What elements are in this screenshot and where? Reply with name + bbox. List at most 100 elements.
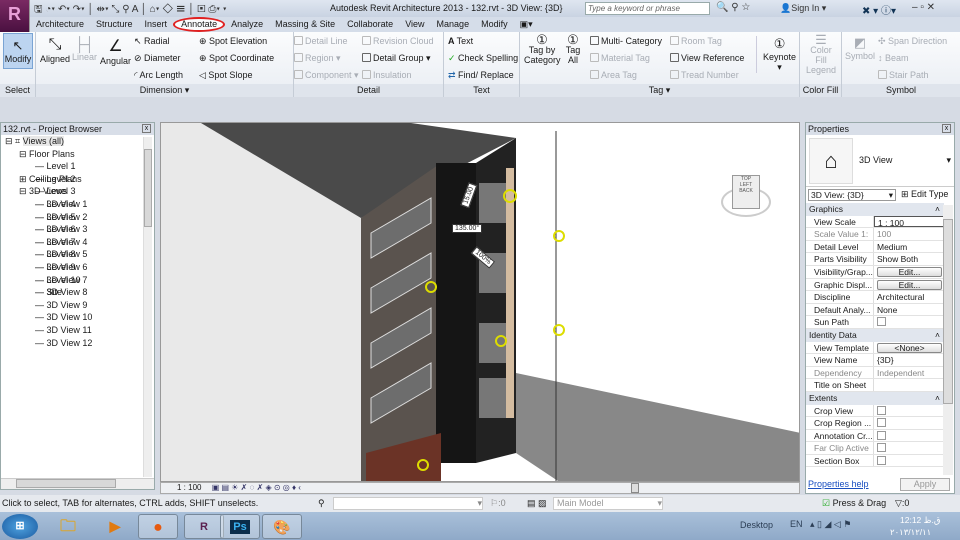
ribbon-minimize-button[interactable]: ▣▾ (514, 17, 539, 32)
filter-button[interactable]: ▽:0 (895, 495, 909, 512)
panel-label-tag[interactable]: Tag ▾ (520, 84, 799, 97)
angle-dimension[interactable]: 135.00° (452, 224, 483, 233)
revision-cloud-button[interactable]: Revision Cloud (362, 36, 434, 46)
tab-massing-site[interactable]: Massing & Site (269, 17, 341, 32)
property-value[interactable]: {3D} (877, 355, 894, 365)
property-checkbox[interactable] (877, 430, 886, 440)
apply-button[interactable]: Apply (900, 478, 950, 491)
desktop-toolbar[interactable]: Desktop (740, 520, 773, 530)
modify-button[interactable]: ↖ Modify (3, 33, 33, 69)
tab-view[interactable]: View (399, 17, 430, 32)
find-replace-button[interactable]: ⇄ Find/ Replace (448, 70, 514, 81)
beam-button[interactable]: ↕ Beam (878, 53, 909, 63)
tag-by-category-button[interactable]: ① Tag by Category (524, 33, 561, 65)
property-value[interactable]: Medium (877, 242, 907, 252)
tab-insert[interactable]: Insert (139, 17, 174, 32)
property-value[interactable]: None (877, 305, 897, 315)
property-value[interactable]: Independent (877, 368, 924, 378)
tray-icons[interactable]: ▴ ▯ ◢ ◁ ⚑ (810, 519, 851, 530)
tab-structure[interactable]: Structure (90, 17, 139, 32)
span-direction-button[interactable]: ✣ Span Direction (878, 36, 947, 47)
tab-analyze[interactable]: Analyze (225, 17, 269, 32)
tab-modify[interactable]: Modify (475, 17, 514, 32)
material-tag-button[interactable]: Material Tag (590, 53, 650, 63)
color-fill-legend-button[interactable]: ☰ Color Fill Legend (804, 33, 838, 75)
property-group-header[interactable]: Graphics ˄ (806, 203, 944, 216)
tread-number-button[interactable]: Tread Number (670, 70, 739, 80)
tree-item-3d-view[interactable]: — 3D View 12 (5, 337, 154, 350)
firefox-taskbar-icon[interactable]: ● (138, 514, 178, 539)
check-spelling-button[interactable]: ✓ Check Spelling (448, 53, 518, 64)
tree-item-3d-view[interactable]: — 3D View 9 (5, 299, 154, 312)
media-player-taskbar-icon[interactable]: ▶ (95, 514, 135, 539)
paint-taskbar-icon[interactable]: 🎨 (262, 514, 302, 539)
angular-dimension-button[interactable]: ∠ Angular (100, 36, 131, 66)
editing-requests[interactable]: ⚐:0 (490, 495, 506, 512)
property-checkbox[interactable] (877, 443, 886, 453)
clock-time[interactable]: 12:12 ق.ظ (900, 515, 940, 526)
instance-selector[interactable]: 3D View: {3D} ▾ (808, 189, 896, 201)
view-scale-button[interactable]: 1 : 100 (177, 483, 201, 492)
tree-item-3d-view[interactable]: — 3D View 11 (5, 324, 154, 337)
properties-scrollbar[interactable] (943, 205, 953, 475)
collapse-icon[interactable]: ˄ (935, 329, 940, 341)
tab-manage[interactable]: Manage (431, 17, 476, 32)
application-menu-button[interactable]: R (0, 0, 30, 32)
press-drag-checkbox[interactable]: ☑ Press & Drag (822, 495, 886, 512)
tree-item-3d-view[interactable]: — 3D View 2 (5, 211, 154, 224)
view-control-icons[interactable]: ▣ ▤ ☀ ✗ ◌ ✗ ◈ ⊙ ◎ ♦ ‹ (212, 483, 301, 492)
linear-dimension-button[interactable]: ├┤ Linear (72, 36, 97, 62)
clock-date[interactable]: ۲۰۱۳/۱۲/۱۱ (890, 527, 931, 538)
building-model[interactable] (161, 123, 800, 482)
keynote-button[interactable]: ① Keynote ▾ (756, 36, 796, 73)
property-checkbox[interactable] (877, 317, 886, 327)
tab-annotate[interactable]: Annotate (173, 17, 226, 32)
tree-item-3d-view[interactable]: — 3D View 8 (5, 286, 154, 299)
tree-item-3d-view[interactable]: — 3D View 6 (5, 261, 154, 274)
property-group-header[interactable]: Extents ˄ (806, 391, 944, 405)
tree-item-3d-view[interactable]: — 3D View 7 (5, 274, 154, 287)
component-button[interactable]: Component ▾ (294, 70, 359, 81)
search-input[interactable]: Type a keyword or phrase (585, 2, 710, 15)
multi-category-button[interactable]: Multi- Category (590, 36, 662, 46)
explorer-taskbar-icon[interactable]: 🗀 (48, 514, 88, 539)
worksets-icon[interactable]: ⚲ (318, 495, 325, 512)
start-button[interactable]: ⊞ (2, 514, 38, 539)
room-tag-button[interactable]: Room Tag (670, 36, 722, 46)
stair-path-button[interactable]: Stair Path (878, 70, 929, 80)
symbol-button[interactable]: ◩ Symbol (845, 35, 875, 61)
workset-dropdown[interactable]: ▾ (333, 497, 483, 510)
sign-in-button[interactable]: 👤Sign In ▾ (780, 3, 826, 14)
binoculars-icon[interactable]: 🔍 ⚲ ☆ (716, 2, 750, 13)
region-button[interactable]: Region ▾ (294, 53, 341, 64)
property-checkbox[interactable] (877, 418, 886, 428)
browser-vertical-scrollbar[interactable] (143, 137, 152, 477)
diameter-button[interactable]: ⊘ Diameter (134, 53, 181, 64)
edit-type-button[interactable]: ⊞ Edit Type (901, 189, 948, 200)
tree-item-level[interactable]: — Level 1 (5, 160, 154, 173)
property-edit-button[interactable]: <None> (877, 342, 942, 353)
collapse-icon[interactable]: ˄ (935, 203, 940, 215)
property-value[interactable]: Architectural (877, 292, 924, 302)
revit-taskbar-icon[interactable]: R (184, 514, 224, 539)
tree-item-3d-view[interactable]: — 3D View 4 (5, 236, 154, 249)
photoshop-taskbar-icon[interactable]: Ps (230, 520, 250, 534)
tree-item-3d-view[interactable]: — 3D View 10 (5, 311, 154, 324)
spot-coordinate-button[interactable]: ⊕ Spot Coordinate (199, 53, 274, 64)
window-controls[interactable]: – ▫ ✕ (912, 2, 935, 13)
tab-collaborate[interactable]: Collaborate (341, 17, 399, 32)
viewcube-back[interactable]: BACK (739, 188, 753, 194)
design-options-icon[interactable]: ▤ ▨ (527, 495, 547, 512)
3d-viewport[interactable]: 135.00° 15.00 100% TOP LEFT BACK (160, 122, 800, 482)
viewcube[interactable]: TOP LEFT BACK (716, 167, 776, 227)
tree-ceiling-plans[interactable]: ⊞ Ceiling Plans (5, 173, 154, 186)
language-indicator[interactable]: EN (790, 519, 803, 529)
area-tag-button[interactable]: Area Tag (590, 70, 637, 80)
exchange-icon[interactable]: ✖ ▾ ⓘ▾ (862, 2, 896, 17)
view-reference-button[interactable]: View Reference (670, 53, 744, 63)
spot-slope-button[interactable]: ◁ Spot Slope (199, 70, 252, 81)
tree-root[interactable]: ⊟ ⌗ Views (all) (5, 135, 154, 148)
detail-group-button[interactable]: Detail Group ▾ (362, 53, 431, 64)
close-icon[interactable]: x (142, 124, 151, 133)
property-checkbox[interactable] (877, 405, 886, 415)
